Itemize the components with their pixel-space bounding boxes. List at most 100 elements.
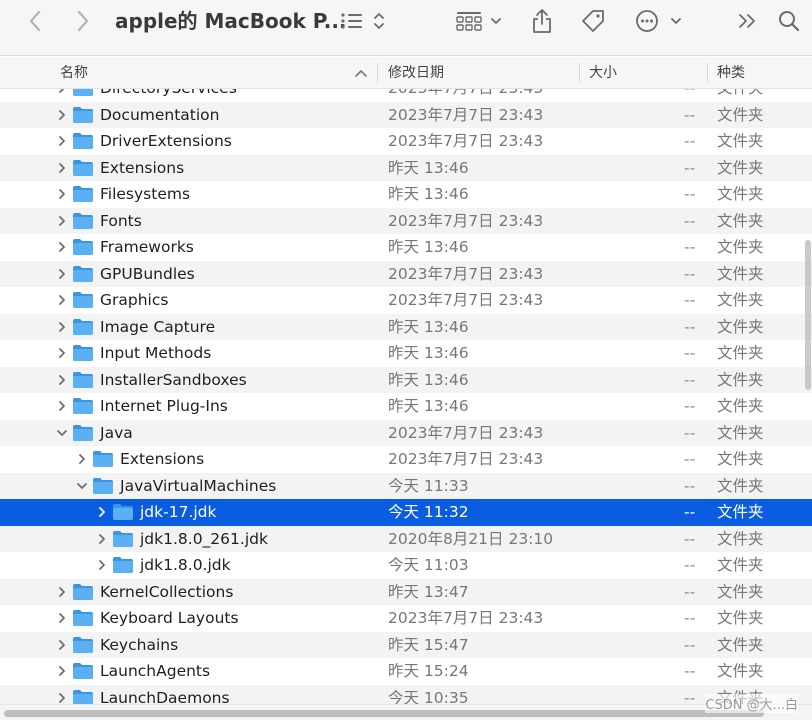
- file-size: --: [684, 89, 695, 102]
- file-row[interactable]: Frameworks 昨天 13:46 -- 文件夹: [0, 234, 812, 261]
- file-row[interactable]: Documentation 2023年7月7日 23:43 -- 文件夹: [0, 101, 812, 128]
- disclosure-collapsed-icon[interactable]: [56, 321, 68, 333]
- vertical-scrollbar-thumb[interactable]: [805, 240, 811, 390]
- file-size: --: [684, 344, 696, 362]
- more-icon: [636, 10, 681, 32]
- file-row[interactable]: GPUBundles 2023年7月7日 23:43 -- 文件夹: [0, 260, 812, 287]
- disclosure-collapsed-icon[interactable]: [96, 559, 108, 571]
- file-name: Frameworks: [100, 238, 194, 256]
- share-button[interactable]: [528, 6, 556, 36]
- disclosure-collapsed-icon[interactable]: [76, 453, 88, 465]
- file-date: 2023年7月7日 23:43: [388, 609, 544, 627]
- disclosure-collapsed-icon[interactable]: [56, 347, 68, 359]
- toolbar-overflow-button[interactable]: [734, 6, 762, 36]
- file-row[interactable]: Input Methods 昨天 13:46 -- 文件夹: [0, 340, 812, 367]
- file-kind: 文件夹: [717, 105, 764, 124]
- horizontal-scrollbar-thumb[interactable]: [4, 710, 764, 717]
- file-row[interactable]: jdk1.8.0_261.jdk 2020年8月21日 23:10 -- 文件夹: [0, 525, 812, 552]
- search-button[interactable]: [776, 6, 802, 36]
- disclosure-expanded-icon[interactable]: [56, 427, 68, 439]
- back-button[interactable]: [22, 6, 48, 36]
- file-kind: 文件夹: [717, 264, 764, 283]
- disclosure-collapsed-icon[interactable]: [56, 215, 68, 227]
- file-name: jdk1.8.0.jdk: [140, 556, 231, 574]
- file-date: 昨天 13:46: [388, 185, 469, 203]
- file-size: --: [684, 264, 696, 283]
- file-kind: 文件夹: [717, 529, 764, 548]
- file-row[interactable]: jdk-17.jdk 今天 11:32 -- 文件夹: [0, 499, 812, 526]
- file-name: Fonts: [100, 211, 142, 230]
- file-kind: 文件夹: [717, 185, 764, 203]
- disclosure-collapsed-icon[interactable]: [56, 162, 68, 174]
- disclosure-collapsed-icon[interactable]: [56, 188, 68, 200]
- vertical-scrollbar[interactable]: [804, 240, 812, 390]
- file-row[interactable]: DriverExtensions 2023年7月7日 23:43 -- 文件夹: [0, 128, 812, 155]
- file-row[interactable]: Extensions 昨天 13:46 -- 文件夹: [0, 154, 812, 181]
- disclosure-collapsed-icon[interactable]: [56, 241, 68, 253]
- file-row[interactable]: Internet Plug-Ins 昨天 13:46 -- 文件夹: [0, 393, 812, 420]
- file-row[interactable]: InstallerSandboxes 昨天 13:46 -- 文件夹: [0, 366, 812, 393]
- file-row[interactable]: DirectoryServices 2023年7月7日 23:43 -- 文件夹: [0, 89, 812, 102]
- forward-button[interactable]: [70, 6, 96, 36]
- folder-icon: [73, 689, 93, 704]
- disclosure-collapsed-icon[interactable]: [56, 586, 68, 598]
- file-name: LaunchDaemons: [100, 688, 230, 705]
- disclosure-collapsed-icon[interactable]: [56, 400, 68, 412]
- file-name: Extensions: [100, 158, 185, 177]
- file-row[interactable]: Keychains 昨天 15:47 -- 文件夹: [0, 631, 812, 658]
- group-button[interactable]: [454, 6, 506, 36]
- disclosure-collapsed-icon[interactable]: [56, 109, 68, 121]
- action-menu-button[interactable]: [634, 6, 686, 36]
- file-kind: 文件夹: [717, 556, 764, 574]
- file-date: 昨天 13:46: [388, 397, 469, 415]
- file-row[interactable]: jdk1.8.0.jdk 今天 11:03 -- 文件夹: [0, 552, 812, 579]
- file-row[interactable]: Filesystems 昨天 13:46 -- 文件夹: [0, 181, 812, 208]
- column-divider[interactable]: [377, 63, 378, 83]
- file-row[interactable]: JavaVirtualMachines 今天 11:33 -- 文件夹: [0, 472, 812, 499]
- file-row[interactable]: Extensions 2023年7月7日 23:43 -- 文件夹: [0, 446, 812, 473]
- column-kind-header[interactable]: 种类: [717, 57, 745, 89]
- column-date-header[interactable]: 修改日期: [388, 57, 444, 89]
- file-row[interactable]: Fonts 2023年7月7日 23:43 -- 文件夹: [0, 207, 812, 234]
- file-row[interactable]: Keyboard Layouts 2023年7月7日 23:43 -- 文件夹: [0, 605, 812, 632]
- column-divider[interactable]: [707, 63, 708, 83]
- file-size: --: [684, 609, 696, 627]
- file-row[interactable]: KernelCollections 昨天 13:47 -- 文件夹: [0, 578, 812, 605]
- file-row[interactable]: Image Capture 昨天 13:46 -- 文件夹: [0, 313, 812, 340]
- file-size: --: [684, 238, 696, 256]
- file-rows: DirectoryServices2023年7月7日 23:43--文件夹Doc…: [0, 89, 812, 704]
- file-list[interactable]: DirectoryServices2023年7月7日 23:43--文件夹Doc…: [0, 89, 812, 704]
- view-mode-button[interactable]: [336, 6, 388, 36]
- disclosure-collapsed-icon[interactable]: [96, 533, 108, 545]
- folder-icon: [73, 345, 93, 361]
- folder-icon: [73, 265, 93, 282]
- file-size: --: [684, 529, 696, 548]
- disclosure-collapsed-icon[interactable]: [56, 268, 68, 280]
- disclosure-collapsed-icon[interactable]: [56, 374, 68, 386]
- disclosure-collapsed-icon[interactable]: [56, 89, 68, 94]
- disclosure-collapsed-icon[interactable]: [56, 612, 68, 624]
- file-row[interactable]: Graphics 2023年7月7日 23:43 -- 文件夹: [0, 287, 812, 314]
- disclosure-collapsed-icon[interactable]: [56, 135, 68, 147]
- folder-icon: [73, 106, 93, 123]
- disclosure-collapsed-icon[interactable]: [56, 692, 68, 704]
- disclosure-expanded-icon[interactable]: [76, 480, 88, 492]
- column-name-header[interactable]: 名称: [60, 57, 88, 89]
- file-row[interactable]: LaunchAgents 昨天 15:24 -- 文件夹: [0, 658, 812, 685]
- disclosure-collapsed-icon[interactable]: [96, 506, 108, 518]
- disclosure-collapsed-icon[interactable]: [56, 639, 68, 651]
- column-divider[interactable]: [579, 63, 580, 83]
- column-size-header[interactable]: 大小: [589, 57, 617, 89]
- disclosure-collapsed-icon[interactable]: [56, 294, 68, 306]
- file-date: 昨天 13:47: [388, 582, 469, 601]
- file-row[interactable]: LaunchDaemons今天 10:35--文件夹: [0, 684, 812, 705]
- file-kind: 文件夹: [717, 450, 764, 468]
- window-title: apple的 MacBook P...: [115, 9, 347, 33]
- folder-icon: [113, 504, 133, 520]
- file-date: 2023年7月7日 23:43: [388, 264, 544, 283]
- tag-button[interactable]: [578, 6, 608, 36]
- file-row[interactable]: Java 2023年7月7日 23:43 -- 文件夹: [0, 419, 812, 446]
- disclosure-collapsed-icon[interactable]: [56, 665, 68, 677]
- file-name: Keyboard Layouts: [100, 609, 239, 627]
- horizontal-scrollbar[interactable]: [0, 704, 812, 720]
